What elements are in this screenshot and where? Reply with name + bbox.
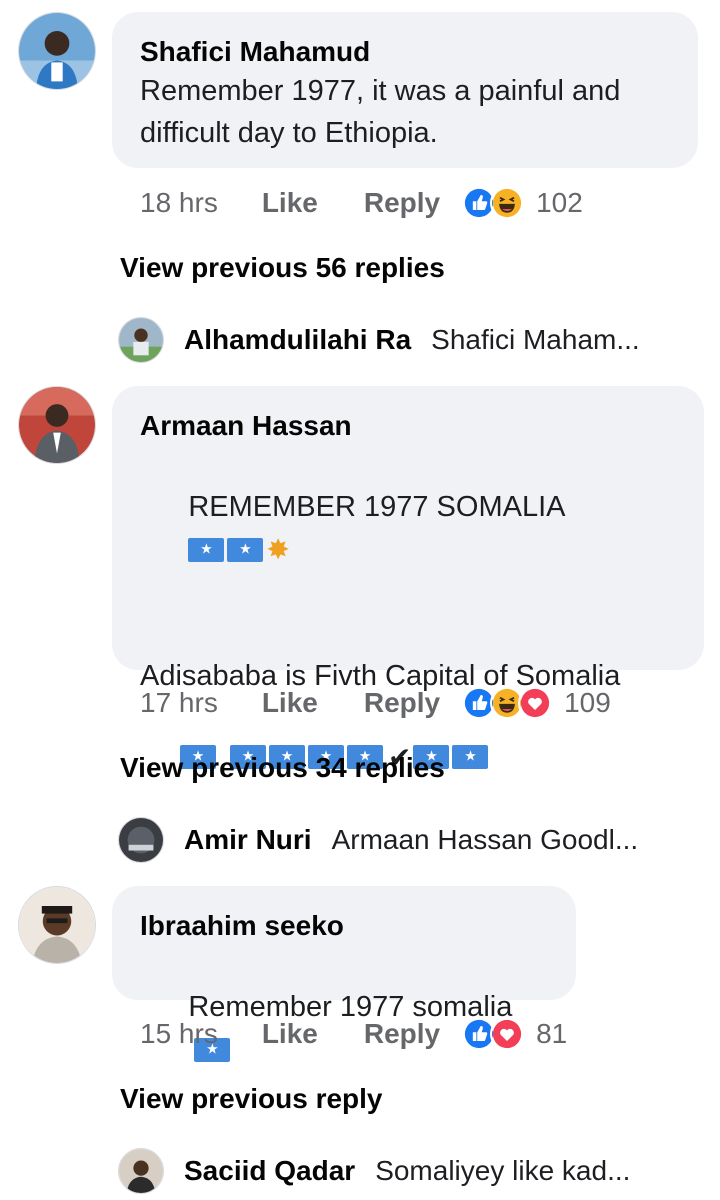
comment-author[interactable]: Armaan Hassan xyxy=(140,408,676,444)
reaction-count[interactable]: 102 xyxy=(536,187,583,219)
avatar xyxy=(118,1148,164,1194)
like-button[interactable]: Like xyxy=(262,687,318,719)
reactions[interactable] xyxy=(462,186,525,220)
love-reaction-icon xyxy=(518,686,553,720)
reply-button[interactable]: Reply xyxy=(364,187,440,219)
somali-flag-icon xyxy=(452,745,489,770)
avatar[interactable] xyxy=(18,386,96,464)
reaction-count[interactable]: 81 xyxy=(536,1018,567,1050)
comment-timestamp[interactable]: 18 hrs xyxy=(140,187,218,219)
avatar[interactable] xyxy=(18,886,96,964)
avatar xyxy=(118,317,164,363)
comment-author[interactable]: Ibraahim seeko xyxy=(140,908,548,944)
reply-button[interactable]: Reply xyxy=(364,1018,440,1050)
reply-snippet: Somaliyey like kad... xyxy=(375,1155,631,1186)
comment-bubble: Shafici Mahamud Remember 1977, it was a … xyxy=(112,12,698,168)
comment-text-line: REMEMBER 1977 SOMALIA ✸ xyxy=(140,444,676,613)
comment-text: REMEMBER 1977 SOMALIA xyxy=(188,491,566,523)
reply-author: Alhamdulilahi Ra xyxy=(184,324,412,355)
comment-bubble: Ibraahim seeko Remember 1977 somalia xyxy=(112,886,576,1063)
reply-preview[interactable]: Saciid Qadar Somaliyey like kad... xyxy=(118,1146,630,1196)
reactions[interactable] xyxy=(462,1017,525,1051)
reaction-count[interactable]: 109 xyxy=(564,687,611,719)
reply-snippet: Armaan Hassan Goodl... xyxy=(331,824,639,855)
view-previous-replies-link[interactable]: View previous 34 replies xyxy=(120,752,445,784)
comment-text: Remember 1977, it was a painful and diff… xyxy=(140,75,629,149)
reply-button[interactable]: Reply xyxy=(364,687,440,719)
like-button[interactable]: Like xyxy=(262,1018,318,1050)
collision-icon: ✸ xyxy=(266,533,290,567)
view-previous-replies-link[interactable]: View previous 56 replies xyxy=(120,252,445,284)
somali-flag-icon xyxy=(227,538,264,563)
reply-preview[interactable]: Amir Nuri Armaan Hassan Goodl... xyxy=(118,815,638,865)
reactions[interactable] xyxy=(462,686,553,720)
like-button[interactable]: Like xyxy=(262,187,318,219)
reply-author: Amir Nuri xyxy=(184,824,312,855)
comment-actions: 15 hrs Like Reply 81 xyxy=(140,1014,567,1054)
comment-actions: 17 hrs Like Reply 109 xyxy=(140,683,611,723)
view-previous-replies-link[interactable]: View previous reply xyxy=(120,1083,383,1115)
avatar[interactable] xyxy=(18,12,96,90)
comment-author[interactable]: Shafici Mahamud xyxy=(140,34,670,70)
somali-flag-icon xyxy=(188,538,225,563)
haha-reaction-icon xyxy=(490,186,525,220)
comment-actions: 18 hrs Like Reply 102 xyxy=(140,183,583,223)
comment-bubble: Armaan Hassan REMEMBER 1977 SOMALIA ✸ Ad… xyxy=(112,386,704,774)
comment-timestamp[interactable]: 17 hrs xyxy=(140,687,218,719)
avatar xyxy=(118,817,164,863)
reply-preview[interactable]: Alhamdulilahi Ra Shafici Maham... xyxy=(118,315,640,365)
reply-author: Saciid Qadar xyxy=(184,1155,356,1186)
reply-snippet: Shafici Maham... xyxy=(431,324,640,355)
love-reaction-icon xyxy=(490,1017,525,1051)
comment-timestamp[interactable]: 15 hrs xyxy=(140,1018,218,1050)
